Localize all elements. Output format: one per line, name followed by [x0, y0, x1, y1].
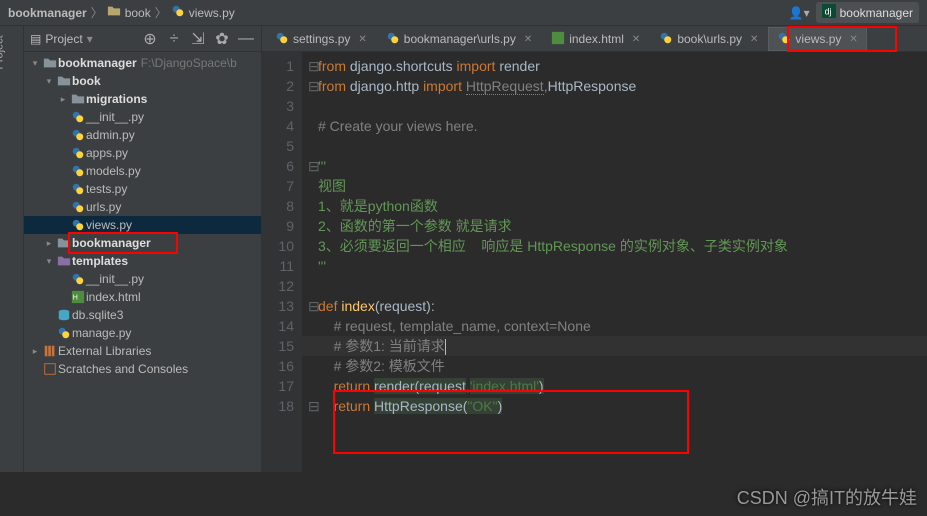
watermark: CSDN @搞IT的放牛娃 [737, 484, 917, 510]
tab-icon [659, 31, 673, 48]
sidebar-header: ▤ Project ▾ ⊕ ÷ ⇲ ✿ — [24, 26, 261, 52]
project-icon: ▤ [30, 32, 41, 46]
python-file-icon [70, 128, 86, 142]
project-tree[interactable]: ▾bookmanagerF:\DjangoSpace\b ▾book ▸migr… [24, 52, 261, 380]
tab-label: book\urls.py [677, 32, 742, 46]
close-icon[interactable]: ✕ [750, 34, 758, 45]
python-file-icon [171, 4, 185, 21]
tree-file-admin[interactable]: admin.py [24, 126, 261, 144]
svg-text:H: H [73, 295, 78, 302]
user-icon[interactable]: 👤▾ [789, 6, 810, 20]
tab-label: settings.py [293, 32, 350, 46]
close-icon[interactable]: ✕ [358, 34, 366, 45]
python-file-icon [70, 272, 86, 286]
gear-icon[interactable]: ✿ [213, 30, 231, 48]
tree-external-libs[interactable]: ▸External Libraries [24, 342, 261, 360]
tab-icon [386, 31, 400, 48]
collapse-icon[interactable]: ÷ [165, 30, 183, 48]
tree-file-models[interactable]: models.py [24, 162, 261, 180]
chevron-down-icon[interactable]: ▾ [87, 32, 93, 46]
code-body[interactable]: ⊟from django.shortcuts import render ⊟fr… [302, 52, 927, 472]
left-tool-gutter: Project [0, 26, 24, 472]
editor-tab[interactable]: book\urls.py ✕ [650, 27, 767, 51]
tab-icon [777, 31, 791, 48]
run-config-label: bookmanager [840, 6, 913, 20]
tab-icon [275, 31, 289, 48]
html-icon: H [70, 290, 86, 304]
tree-folder-bookmanager[interactable]: ▸bookmanager [24, 234, 261, 252]
tree-file-manage[interactable]: manage.py [24, 324, 261, 342]
tree-file-tests[interactable]: tests.py [24, 180, 261, 198]
tab-label: views.py [795, 32, 841, 46]
breadcrumb-sep: 〉 [155, 4, 167, 21]
python-file-icon [70, 218, 86, 232]
line-gutter: 123456789101112131415161718 [262, 52, 302, 472]
breadcrumb-file[interactable]: views.py [189, 6, 235, 20]
scratch-icon [42, 362, 58, 376]
editor-tab[interactable]: settings.py ✕ [266, 27, 376, 51]
tree-folder-templates[interactable]: ▾templates [24, 252, 261, 270]
breadcrumb-root[interactable]: bookmanager [8, 6, 87, 20]
breadcrumb-folder[interactable]: book [125, 6, 151, 20]
project-tool-label[interactable]: Project [0, 47, 6, 70]
folder-icon [70, 92, 86, 106]
tree-folder-book[interactable]: ▾book [24, 72, 261, 90]
python-file-icon [70, 146, 86, 160]
tree-file-db[interactable]: db.sqlite3 [24, 306, 261, 324]
folder-icon [42, 56, 58, 70]
python-file-icon [70, 200, 86, 214]
editor-pane: settings.py✕bookmanager\urls.py✕index.ht… [262, 26, 927, 472]
editor-tab[interactable]: bookmanager\urls.py ✕ [377, 27, 541, 51]
breadcrumb[interactable]: bookmanager 〉 book 〉 views.py [8, 4, 789, 21]
folder-icon [107, 4, 121, 21]
editor-tab[interactable]: index.html ✕ [542, 27, 649, 51]
tree-file-init[interactable]: __init__.py [24, 108, 261, 126]
tree-file-apps[interactable]: apps.py [24, 144, 261, 162]
locate-icon[interactable]: ⊕ [141, 30, 159, 48]
editor-tabs: settings.py✕bookmanager\urls.py✕index.ht… [262, 26, 927, 52]
top-navbar: bookmanager 〉 book 〉 views.py 👤▾ dj book… [0, 0, 927, 26]
sidebar-title: ▤ Project ▾ [30, 32, 135, 46]
run-config-selector[interactable]: dj bookmanager [816, 2, 919, 23]
tree-file-t-init[interactable]: __init__.py [24, 270, 261, 288]
code-editor[interactable]: 123456789101112131415161718 ⊟from django… [262, 52, 927, 472]
folder-icon [56, 236, 72, 250]
python-file-icon [56, 326, 72, 340]
project-sidebar: ▤ Project ▾ ⊕ ÷ ⇲ ✿ — ▾bookmanagerF:\Dja… [24, 26, 262, 472]
hide-icon[interactable]: — [237, 30, 255, 48]
close-icon[interactable]: ✕ [524, 34, 532, 45]
database-icon [56, 308, 72, 322]
library-icon [42, 344, 58, 358]
tab-label: bookmanager\urls.py [404, 32, 516, 46]
tree-file-index-html[interactable]: Hindex.html [24, 288, 261, 306]
django-icon: dj [822, 4, 836, 21]
folder-icon [56, 74, 72, 88]
close-icon[interactable]: ✕ [849, 34, 857, 45]
tree-folder-migrations[interactable]: ▸migrations [24, 90, 261, 108]
tree-file-urls[interactable]: urls.py [24, 198, 261, 216]
python-file-icon [70, 164, 86, 178]
tree-root[interactable]: ▾bookmanagerF:\DjangoSpace\b [24, 54, 261, 72]
editor-tab[interactable]: views.py ✕ [768, 27, 866, 51]
tab-label: index.html [569, 32, 624, 46]
tree-file-views[interactable]: views.py [24, 216, 261, 234]
close-icon[interactable]: ✕ [632, 34, 640, 45]
python-file-icon [70, 110, 86, 124]
breadcrumb-sep: 〉 [91, 4, 103, 21]
tab-icon [551, 31, 565, 48]
python-file-icon [70, 182, 86, 196]
svg-text:dj: dj [824, 7, 831, 17]
folder-icon [56, 254, 72, 268]
expand-icon[interactable]: ⇲ [189, 30, 207, 48]
tree-scratches[interactable]: Scratches and Consoles [24, 360, 261, 378]
